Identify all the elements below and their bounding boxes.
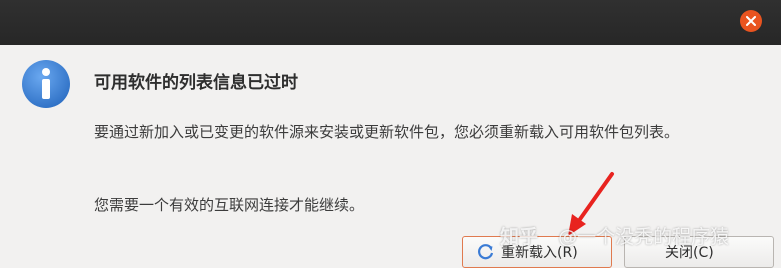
reload-icon <box>478 244 494 260</box>
close-icon <box>746 16 756 26</box>
watermark-logo: 知乎 <box>500 226 539 248</box>
window-titlebar <box>0 0 781 45</box>
info-icon <box>22 60 70 108</box>
dialog-message-secondary: 您需要一个有效的互联网连接才能继续。 <box>94 196 365 214</box>
titlebar-background <box>0 0 781 45</box>
dialog-message-primary: 要通过新加入或已变更的软件源来安装或更新软件包，您必须重新载入可用软件包列表。 <box>94 123 680 141</box>
window-close-button[interactable] <box>740 10 762 32</box>
watermark: 知乎 @一个没秃的程序猿 <box>500 222 729 249</box>
watermark-author: @一个没秃的程序猿 <box>558 226 730 248</box>
dialog-heading: 可用软件的列表信息已过时 <box>94 73 298 93</box>
